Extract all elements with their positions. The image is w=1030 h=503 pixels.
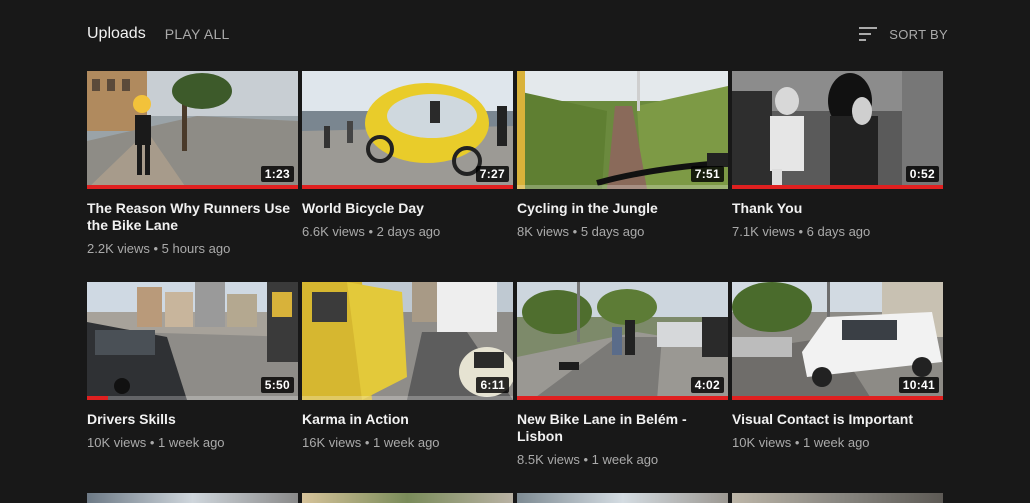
- video-card[interactable]: 7:27 World Bicycle Day 6.6K views • 2 da…: [302, 71, 513, 282]
- video-title[interactable]: New Bike Lane in Belém - Lisbon: [517, 411, 722, 445]
- watch-progress-fill: [732, 396, 943, 400]
- next-row-thumbnails: [87, 493, 945, 503]
- watch-progress-fill: [87, 396, 109, 400]
- video-title[interactable]: World Bicycle Day: [302, 200, 507, 217]
- video-views: 8.5K views: [517, 452, 580, 467]
- video-thumbnail[interactable]: 4:02: [517, 282, 728, 400]
- sort-icon: [859, 27, 878, 41]
- video-age: 1 week ago: [158, 435, 225, 450]
- video-duration: 4:02: [690, 377, 724, 393]
- video-views: 8K views: [517, 224, 570, 239]
- video-age: 5 hours ago: [161, 241, 231, 256]
- watch-progress-bar: [732, 396, 943, 400]
- video-views: 2.2K views: [87, 241, 150, 256]
- video-views: 7.1K views: [732, 224, 795, 239]
- video-age: 1 week ago: [803, 435, 870, 450]
- video-title[interactable]: Thank You: [732, 200, 937, 217]
- video-age: 5 days ago: [580, 224, 645, 239]
- video-views: 16K views: [302, 435, 362, 450]
- video-duration: 0:52: [905, 166, 939, 182]
- uploads-page: Uploads PLAY ALL SORT BY 1:23 The Reason…: [0, 0, 1030, 503]
- play-all-button[interactable]: PLAY ALL: [165, 26, 230, 42]
- video-thumbnail[interactable]: 10:41: [732, 282, 943, 400]
- video-duration: 10:41: [898, 377, 939, 393]
- video-card[interactable]: 6:11 Karma in Action 16K views • 1 week …: [302, 282, 513, 493]
- video-title[interactable]: Karma in Action: [302, 411, 507, 428]
- video-title[interactable]: Visual Contact is Important: [732, 411, 937, 428]
- video-meta: 8K views • 5 days ago: [517, 224, 645, 239]
- video-thumbnail[interactable]: 7:51: [517, 71, 728, 189]
- section-title[interactable]: Uploads: [87, 25, 146, 43]
- video-meta: 7.1K views • 6 days ago: [732, 224, 871, 239]
- watch-progress-bar: [732, 185, 943, 189]
- video-age: 2 days ago: [376, 224, 441, 239]
- sort-by-button[interactable]: SORT BY: [859, 27, 948, 42]
- video-duration: 1:23: [260, 166, 294, 182]
- video-card[interactable]: 7:51 Cycling in the Jungle 8K views • 5 …: [517, 71, 728, 282]
- video-thumbnail[interactable]: 0:52: [732, 71, 943, 189]
- watch-progress-bar: [302, 185, 513, 189]
- video-duration: 7:27: [475, 166, 509, 182]
- watch-progress-bar: [87, 185, 298, 189]
- video-meta: 2.2K views • 5 hours ago: [87, 241, 231, 256]
- video-duration: 7:51: [690, 166, 724, 182]
- watch-progress-fill: [517, 396, 728, 400]
- video-thumbnail[interactable]: 7:27: [302, 71, 513, 189]
- watch-progress-fill: [87, 185, 298, 189]
- video-meta: 6.6K views • 2 days ago: [302, 224, 441, 239]
- video-card[interactable]: 5:50 Drivers Skills 10K views • 1 week a…: [87, 282, 298, 493]
- video-thumbnail[interactable]: 6:11: [302, 282, 513, 400]
- video-meta: 16K views • 1 week ago: [302, 435, 440, 450]
- video-thumbnail[interactable]: 1:23: [87, 71, 298, 189]
- watch-progress-bar: [302, 396, 513, 400]
- video-thumbnail-partial[interactable]: [87, 493, 298, 503]
- video-views: 10K views: [87, 435, 147, 450]
- video-thumbnail-partial[interactable]: [517, 493, 728, 503]
- watch-progress-bar: [87, 396, 298, 400]
- video-meta: 10K views • 1 week ago: [87, 435, 225, 450]
- video-meta: 10K views • 1 week ago: [732, 435, 870, 450]
- video-card[interactable]: 4:02 New Bike Lane in Belém - Lisbon 8.5…: [517, 282, 728, 493]
- video-views: 10K views: [732, 435, 792, 450]
- video-duration: 6:11: [476, 377, 509, 393]
- video-thumbnail[interactable]: 5:50: [87, 282, 298, 400]
- watch-progress-fill: [302, 185, 513, 189]
- video-meta: 8.5K views • 1 week ago: [517, 452, 659, 467]
- watch-progress-bar: [517, 185, 728, 189]
- video-duration: 5:50: [260, 377, 294, 393]
- watch-progress-fill: [732, 185, 943, 189]
- video-thumbnail-partial[interactable]: [732, 493, 943, 503]
- video-card[interactable]: 10:41 Visual Contact is Important 10K vi…: [732, 282, 943, 493]
- video-views: 6.6K views: [302, 224, 365, 239]
- video-age: 1 week ago: [373, 435, 440, 450]
- video-age: 1 week ago: [591, 452, 659, 467]
- section-header: Uploads PLAY ALL SORT BY: [87, 22, 948, 46]
- video-title[interactable]: Drivers Skills: [87, 411, 292, 428]
- video-grid: 1:23 The Reason Why Runners Use the Bike…: [87, 71, 945, 493]
- video-age: 6 days ago: [806, 224, 871, 239]
- video-thumbnail-partial[interactable]: [302, 493, 513, 503]
- watch-progress-bar: [517, 396, 728, 400]
- sort-by-label: SORT BY: [889, 26, 948, 42]
- video-card[interactable]: 1:23 The Reason Why Runners Use the Bike…: [87, 71, 298, 282]
- video-card[interactable]: 0:52 Thank You 7.1K views • 6 days ago: [732, 71, 943, 282]
- video-title[interactable]: The Reason Why Runners Use the Bike Lane: [87, 200, 292, 234]
- video-title[interactable]: Cycling in the Jungle: [517, 200, 722, 217]
